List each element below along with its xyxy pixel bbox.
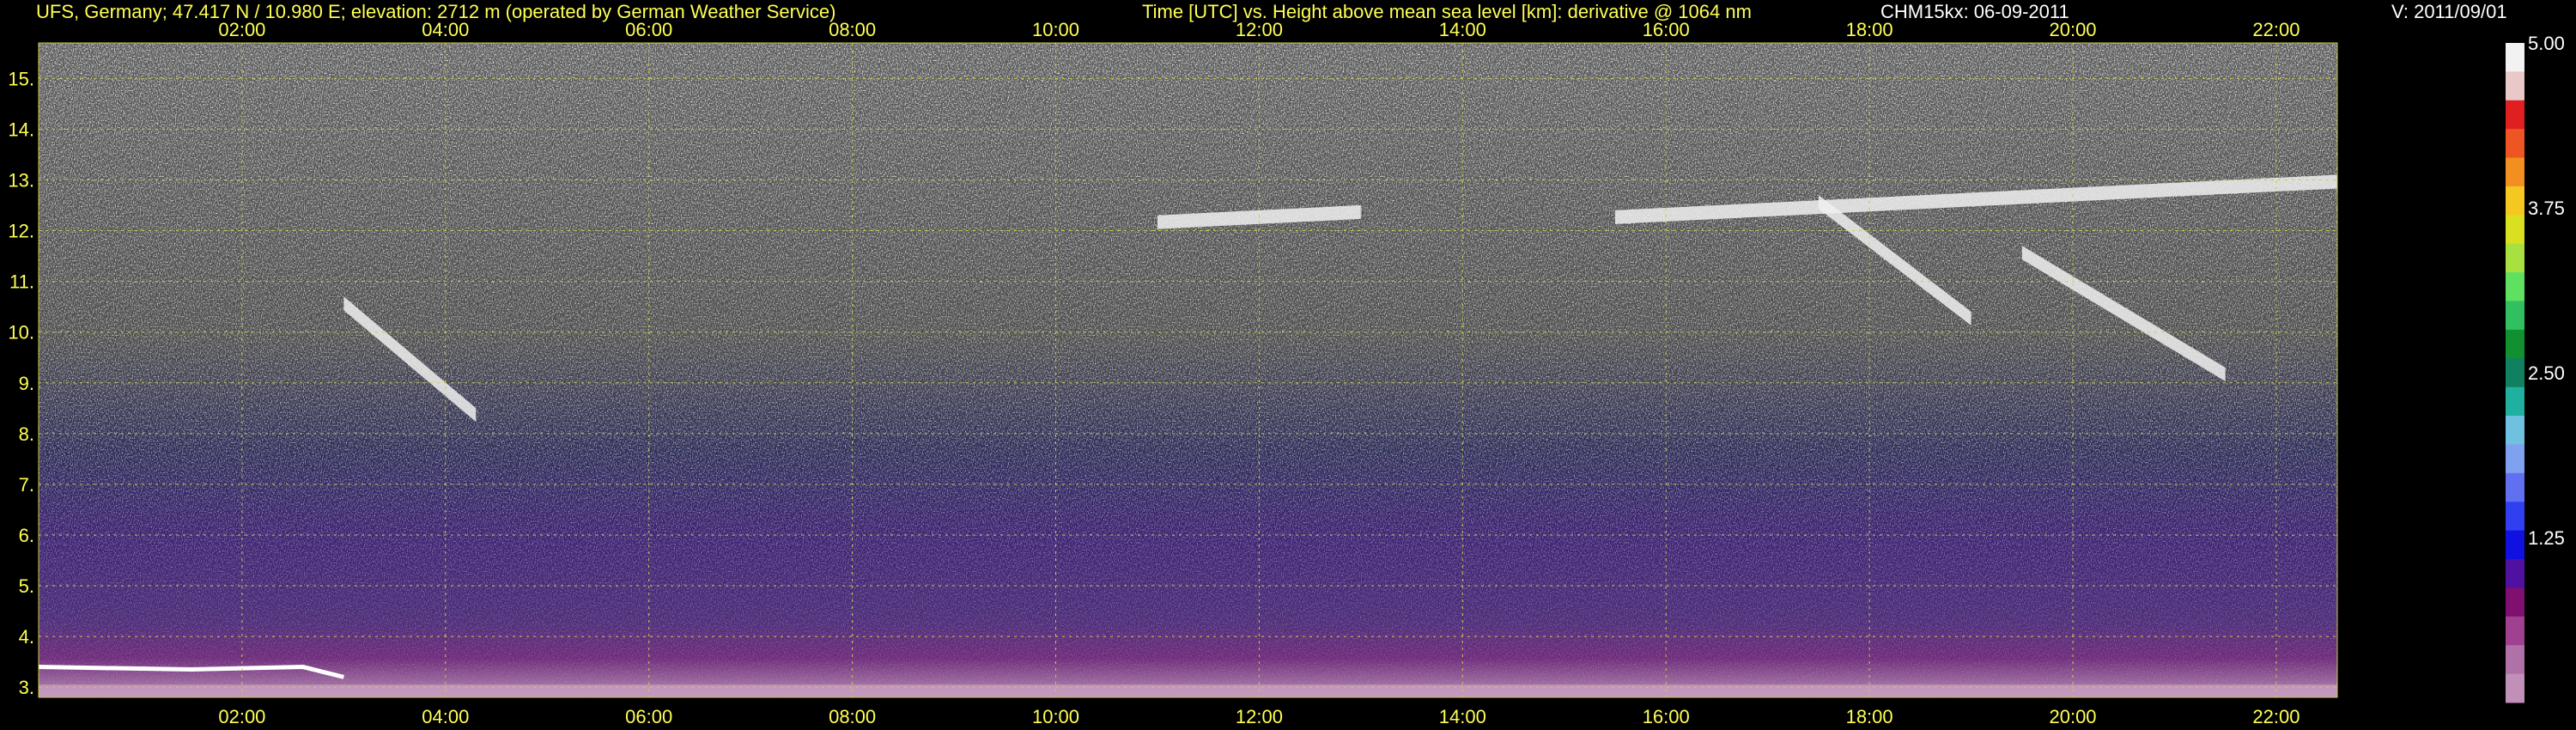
- colorbar-segment-11: [2506, 358, 2524, 388]
- colorbar-segment-14: [2506, 444, 2524, 474]
- colorbar-tick-0: 5.00: [2528, 33, 2565, 54]
- x-tick-bottom-3: 08:00: [829, 706, 876, 727]
- x-tick-bottom-1: 04:00: [422, 706, 469, 727]
- colorbar-segment-18: [2506, 559, 2524, 588]
- x-tick-bottom-7: 16:00: [1643, 706, 1690, 727]
- y-tick-9: 12.: [8, 221, 34, 242]
- y-tick-8: 11.: [9, 271, 34, 293]
- surface-layer: [39, 684, 2337, 697]
- colorbar-segment-17: [2506, 530, 2524, 560]
- colorbar-segment-0: [2506, 43, 2524, 72]
- x-tick-top-9: 20:00: [2049, 19, 2096, 40]
- x-tick-top-5: 12:00: [1236, 19, 1283, 40]
- y-tick-11: 14.: [8, 119, 34, 140]
- colorbar-segment-2: [2506, 100, 2524, 130]
- x-tick-top-1: 04:00: [422, 19, 469, 40]
- y-tick-7: 10.: [8, 322, 34, 344]
- colorbar-segment-1: [2506, 71, 2524, 101]
- colorbar: 5.00 3.75 2.50 1.25: [2506, 33, 2565, 703]
- colorbar-segment-10: [2506, 329, 2524, 359]
- colorbar-tick-1: 3.75: [2528, 198, 2565, 219]
- x-tick-top-7: 16:00: [1643, 19, 1690, 40]
- colorbar-segment-22: [2506, 673, 2524, 703]
- colorbar-segment-6: [2506, 215, 2524, 245]
- x-tick-bottom-6: 14:00: [1439, 706, 1486, 727]
- x-tick-bottom-8: 18:00: [1846, 706, 1893, 727]
- colorbar-segment-19: [2506, 587, 2524, 617]
- x-tick-top-4: 10:00: [1032, 19, 1079, 40]
- x-tick-top-6: 14:00: [1439, 19, 1486, 40]
- x-tick-top-2: 06:00: [625, 19, 672, 40]
- y-tick-3: 6.: [19, 525, 34, 546]
- y-tick-6: 9.: [19, 373, 34, 394]
- colorbar-segment-20: [2506, 616, 2524, 646]
- colorbar-tick-3: 1.25: [2528, 527, 2565, 549]
- x-tick-top-8: 18:00: [1846, 19, 1893, 40]
- x-tick-bottom-9: 20:00: [2049, 706, 2096, 727]
- x-tick-top-3: 08:00: [829, 19, 876, 40]
- x-tick-bottom-4: 10:00: [1032, 706, 1079, 727]
- colorbar-segment-9: [2506, 301, 2524, 331]
- colorbar-tick-2: 2.50: [2528, 362, 2565, 384]
- x-tick-top-0: 02:00: [218, 19, 265, 40]
- colorbar-segment-4: [2506, 157, 2524, 187]
- colorbar-segment-15: [2506, 472, 2524, 502]
- y-tick-4: 7.: [19, 474, 34, 496]
- x-tick-top-10: 22:00: [2252, 19, 2300, 40]
- colorbar-segment-5: [2506, 186, 2524, 216]
- x-tick-bottom-5: 12:00: [1236, 706, 1283, 727]
- x-tick-bottom-0: 02:00: [218, 706, 265, 727]
- x-tick-bottom-2: 06:00: [625, 706, 672, 727]
- colorbar-segment-13: [2506, 416, 2524, 445]
- y-tick-10: 13.: [8, 169, 34, 191]
- colorbar-segment-16: [2506, 502, 2524, 532]
- plot-background: [39, 43, 2337, 697]
- colorbar-segment-12: [2506, 386, 2524, 417]
- colorbar-segment-8: [2506, 272, 2524, 302]
- x-tick-bottom-10: 22:00: [2252, 706, 2300, 727]
- y-tick-0: 3.: [19, 677, 34, 698]
- y-tick-2: 5.: [19, 575, 34, 597]
- y-tick-12: 15.: [8, 68, 34, 89]
- colorbar-segment-7: [2506, 243, 2524, 273]
- noise-texture: [39, 43, 2337, 697]
- y-tick-5: 8.: [19, 423, 34, 445]
- backscatter-chart: 02:00 02:00 04:00 04:00 06:00 06:00 08:00 08:00…: [8, 19, 2565, 727]
- colorbar-segment-3: [2506, 129, 2524, 159]
- colorbar-segment-21: [2506, 645, 2524, 675]
- y-tick-1: 4.: [19, 626, 34, 648]
